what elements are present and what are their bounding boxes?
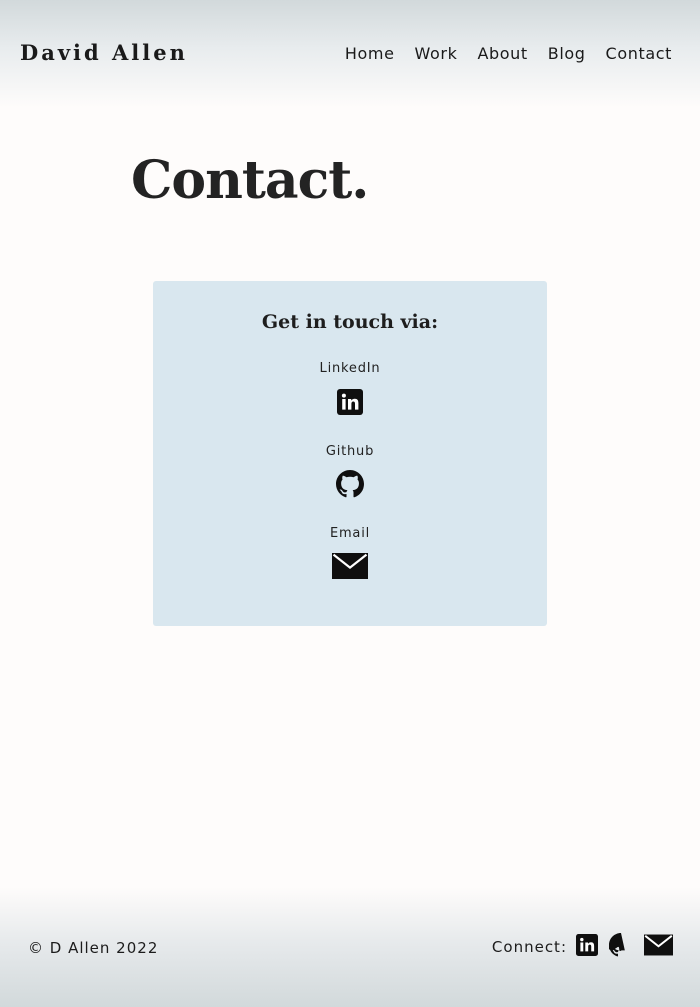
main-nav: Home Work About Blog Contact <box>345 44 672 63</box>
footer-connect: Connect: <box>492 933 673 957</box>
mail-icon[interactable] <box>332 553 368 583</box>
contact-item-linkedin: LinkedIn <box>153 361 547 419</box>
contact-item-github: Github <box>153 444 547 502</box>
contact-item-email: Email <box>153 526 547 583</box>
nav-link-about[interactable]: About <box>477 44 527 63</box>
github-icon[interactable] <box>336 470 364 502</box>
card-heading: Get in touch via: <box>261 311 439 333</box>
connect-label: Connect: <box>491 938 567 956</box>
contact-label-github: Github <box>325 444 375 459</box>
contact-label-linkedin: LinkedIn <box>319 361 381 376</box>
brand-logo-link[interactable]: David Allen <box>20 40 188 65</box>
linkedin-icon[interactable] <box>576 934 598 956</box>
nav-link-work[interactable]: Work <box>415 44 458 63</box>
github-icon[interactable] <box>606 933 633 957</box>
nav-link-home[interactable]: Home <box>345 44 395 63</box>
contact-label-email: Email <box>329 526 371 541</box>
contact-card: Get in touch via: LinkedIn Github Email <box>153 281 547 626</box>
copyright-text: © D Allen 2022 <box>28 939 159 957</box>
linkedin-icon[interactable] <box>337 389 363 419</box>
page-title: Contact. <box>131 150 369 211</box>
site-header: David Allen Home Work About Blog Contact <box>0 0 700 108</box>
site-footer: © D Allen 2022 Connect: <box>0 887 700 1007</box>
nav-link-blog[interactable]: Blog <box>548 44 586 63</box>
nav-link-contact[interactable]: Contact <box>606 44 672 63</box>
mail-icon[interactable] <box>644 934 673 956</box>
